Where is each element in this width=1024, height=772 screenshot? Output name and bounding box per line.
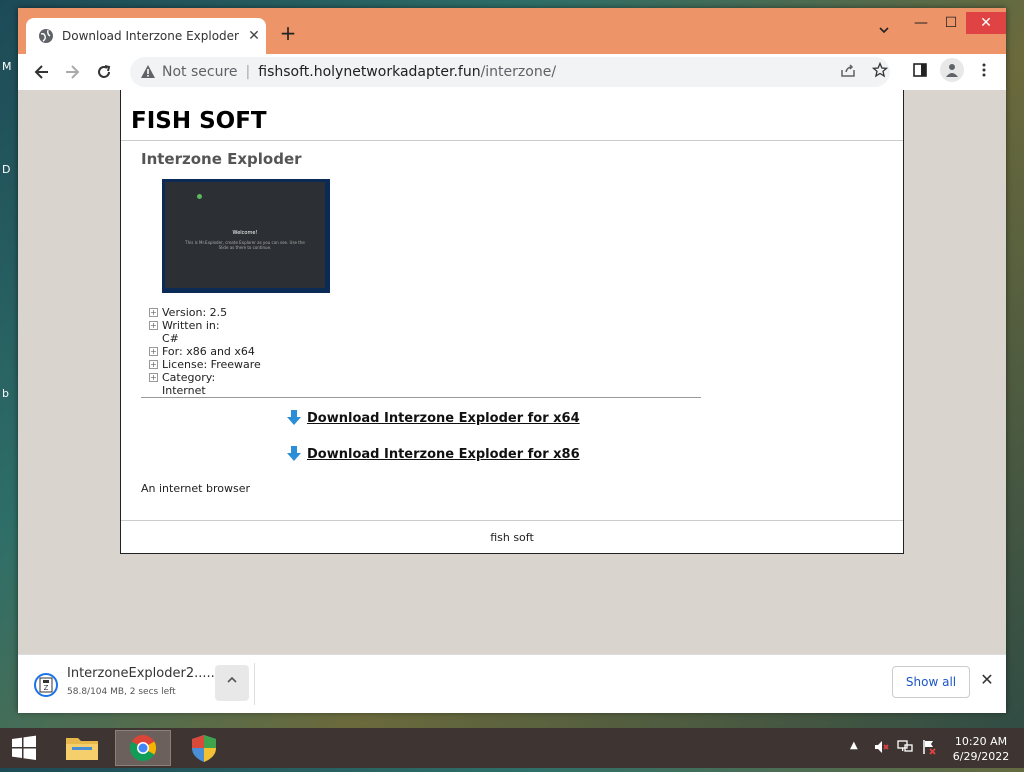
zip-file-icon: Z [34,673,58,697]
warning-icon [141,65,155,78]
minimize-button[interactable]: — [906,12,936,34]
star-icon[interactable] [870,60,890,80]
spec-item: + Version: 2.5 [149,306,228,319]
page-footer: fish soft [490,531,534,544]
download-arrow-icon [287,446,301,461]
desktop-icon-label: D [2,163,11,176]
action-center-flag-icon[interactable] [921,739,937,755]
divider [121,520,903,521]
clock-date: 6/29/2022 [952,750,1010,763]
maximize-button[interactable]: ☐ [936,12,966,34]
download-shelf: Z InterzoneExploder2.....zip 58.8/104 MB… [18,654,1006,713]
web-page: FISH SOFT Interzone Exploder Welcome! Th… [120,90,904,554]
chrome-taskbar-button[interactable] [115,730,171,766]
download-x64-link[interactable]: Download Interzone Exploder for x64 [287,410,580,426]
divider [141,397,701,398]
page-viewport: FISH SOFT Interzone Exploder Welcome! Th… [18,90,1006,654]
show-all-button[interactable]: Show all [892,666,970,698]
divider [254,663,255,705]
back-icon[interactable] [30,60,54,84]
spec-item: + For: x86 and x64 [149,345,255,358]
download-status: 58.8/104 MB, 2 secs left [67,687,176,697]
browser-tab[interactable]: Download Interzone Exploder ✕ [26,18,266,54]
site-brand: FISH SOFT [131,108,267,134]
desktop-icon-label: b [2,387,9,400]
security-taskbar-button[interactable] [176,730,232,766]
tab-close-icon[interactable]: ✕ [242,28,266,44]
share-icon[interactable] [838,60,858,80]
download-arrow-icon [287,410,301,425]
spec-item: + Category: [149,371,216,384]
reload-icon[interactable] [92,60,116,84]
url-host: fishsoft.holynetworkadapter.fun [258,64,481,80]
taskbar: ▲ 10:20 AM 6/29/2022 [0,728,1024,768]
folder-icon [66,738,98,760]
security-label: Not secure [162,64,238,80]
shield-icon [192,735,216,762]
product-description: An internet browser [141,482,250,495]
expand-icon[interactable]: + [149,360,158,369]
browser-window: Download Interzone Exploder ✕ + — ☐ ✕ No… [18,8,1006,713]
tab-strip: Download Interzone Exploder ✕ + — ☐ ✕ [18,8,1006,54]
clock-time: 10:20 AM [954,735,1008,748]
chevron-up-icon[interactable] [215,665,249,701]
start-button[interactable] [0,728,48,768]
globe-icon [39,29,53,43]
address-separator: | [245,64,251,80]
spec-item: C# [162,332,179,345]
address-bar[interactable]: Not secure | fishsoft.holynetworkadapter… [130,57,890,87]
profile-icon[interactable] [940,58,964,82]
spec-item: + License: Freeware [149,358,261,371]
product-screenshot: Welcome! This is Mr.Exploder, create Exp… [162,179,330,293]
url-path: /interzone/ [480,64,557,80]
desktop-icon-label: M [2,60,12,73]
show-hidden-icons-icon[interactable]: ▲ [850,740,858,751]
product-title: Interzone Exploder [141,150,302,168]
tab-title: Download Interzone Exploder [62,29,239,43]
system-clock[interactable]: 10:20 AM 6/29/2022 [948,734,1014,764]
screenshot-subtitle: This is Mr.Exploder, create Explorer as … [185,240,305,250]
download-x86-link[interactable]: Download Interzone Exploder for x86 [287,446,580,462]
close-window-button[interactable]: ✕ [966,12,1006,34]
expand-icon[interactable]: + [149,373,158,382]
svg-text:Z: Z [44,684,49,692]
spec-list: + Version: 2.5 + Written in: C# + For: x86 … [149,306,261,397]
forward-icon[interactable] [60,60,84,84]
screenshot-welcome: Welcome! [232,230,258,236]
sidepanel-icon[interactable] [910,60,930,80]
download-file-name: InterzoneExploder2.....zip [67,666,234,681]
windows-logo-icon [12,735,36,760]
new-tab-button[interactable]: + [276,22,300,46]
divider [121,140,903,141]
speaker-muted-icon[interactable] [873,739,889,755]
expand-icon[interactable]: + [149,347,158,356]
download-item[interactable]: Z InterzoneExploder2.....zip 58.8/104 MB… [30,663,258,705]
chrome-icon [129,735,157,762]
network-icon[interactable] [897,739,913,755]
tab-search-chevron-icon[interactable] [874,24,894,44]
expand-icon[interactable]: + [149,308,158,317]
file-explorer-taskbar-button[interactable] [54,730,110,766]
close-shelf-icon[interactable]: ✕ [976,669,998,691]
spec-item: Internet [162,384,206,397]
spec-item: + Written in: [149,319,220,332]
menu-icon[interactable] [974,60,994,80]
expand-icon[interactable]: + [149,321,158,330]
browser-toolbar: Not secure | fishsoft.holynetworkadapter… [18,54,1006,91]
